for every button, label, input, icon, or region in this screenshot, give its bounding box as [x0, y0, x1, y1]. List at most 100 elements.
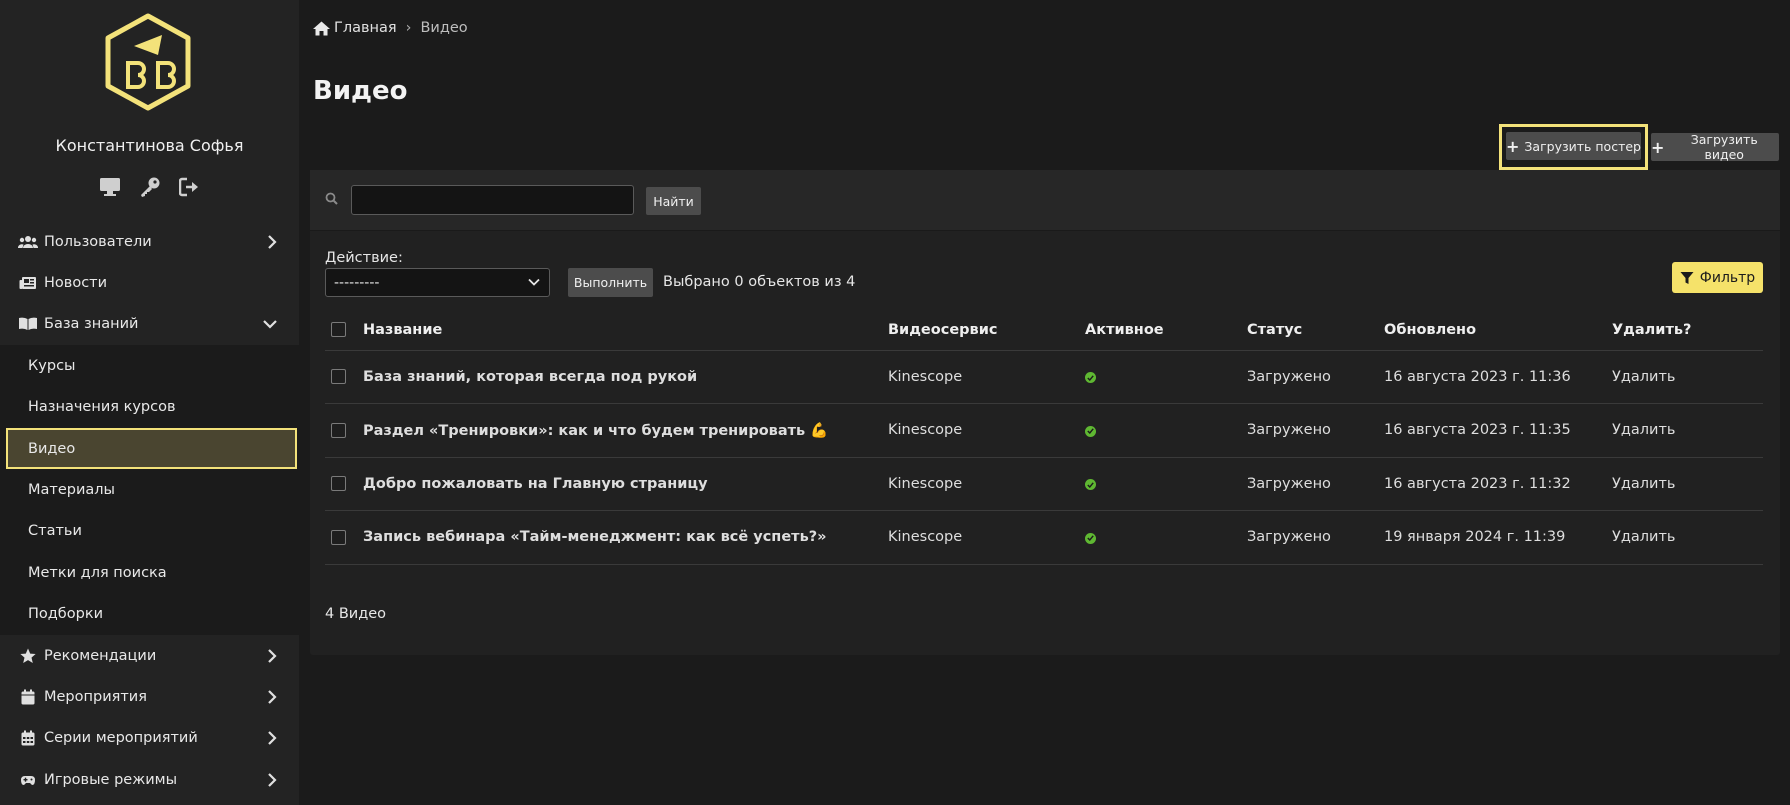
delete-link[interactable]: Удалить	[1612, 457, 1763, 511]
upload-poster-highlight: + Загрузить постер	[1499, 124, 1648, 170]
check-circle-icon	[1085, 532, 1096, 544]
chevron-down-icon	[527, 275, 541, 293]
video-updated: 16 августа 2023 г. 11:36	[1384, 350, 1612, 404]
row-checkbox[interactable]	[331, 476, 346, 492]
plus-icon: +	[1651, 137, 1665, 157]
gamepad-icon	[18, 773, 38, 787]
run-action-button[interactable]: Выполнить	[568, 268, 653, 297]
sidebar-item-game-modes[interactable]: Игровые режимы	[0, 759, 299, 800]
column-header-delete: Удалить?	[1612, 310, 1763, 351]
column-header-service[interactable]: Видеосервис	[888, 310, 1085, 351]
chevron-right-icon	[267, 731, 277, 746]
content-panel: Найти Действие: --------- Выполнить Выбр…	[310, 170, 1780, 655]
monitor-icon[interactable]	[98, 175, 122, 199]
column-header-updated[interactable]: Обновлено	[1384, 310, 1612, 351]
sidebar-item-articles[interactable]: Статьи	[0, 511, 299, 552]
sidebar-item-users[interactable]: Пользователи	[0, 221, 299, 262]
row-checkbox[interactable]	[331, 369, 346, 385]
page-title: Видео	[313, 76, 408, 106]
column-header-active[interactable]: Активное	[1085, 310, 1247, 351]
video-name-link[interactable]: Раздел «Тренировки»: как и что будем тре…	[363, 403, 888, 458]
plus-icon: +	[1506, 136, 1520, 156]
sidebar-item-event-series[interactable]: Серии мероприятий	[0, 718, 299, 759]
breadcrumb-separator: ›	[405, 20, 412, 36]
video-service: Kinescope	[888, 457, 1085, 511]
selection-counter: Выбрано 0 объектов из 4	[663, 274, 856, 290]
video-name-link[interactable]: База знаний, которая всегда под рукой	[363, 350, 888, 404]
search-input[interactable]	[351, 185, 634, 215]
users-icon	[18, 235, 38, 249]
video-updated: 16 августа 2023 г. 11:35	[1384, 403, 1612, 458]
sidebar-item-course-assignments[interactable]: Назначения курсов	[0, 387, 299, 428]
action-select[interactable]: ---------	[325, 268, 550, 297]
home-icon[interactable]	[313, 21, 330, 36]
sidebar-item-news[interactable]: Новости	[0, 262, 299, 303]
check-circle-icon	[1085, 372, 1096, 384]
result-count: 4 Видео	[325, 606, 387, 622]
sidebar-item-knowledge-base[interactable]: База знаний	[0, 304, 299, 345]
sign-out-icon[interactable]	[178, 175, 202, 199]
table-row: Добро пожаловать на Главную страницу Kin…	[325, 457, 1763, 511]
chevron-right-icon	[267, 690, 277, 704]
sidebar-item-search-tags[interactable]: Метки для поиска	[0, 552, 299, 593]
sidebar-item-events[interactable]: Мероприятия	[0, 676, 299, 717]
star-icon	[18, 648, 38, 664]
filter-button[interactable]: Фильтр	[1672, 262, 1763, 293]
upload-poster-button[interactable]: + Загрузить постер	[1506, 132, 1641, 160]
video-service: Kinescope	[888, 403, 1085, 458]
logo-icon[interactable]	[104, 13, 192, 111]
table-header-row: Название Видеосервис Активное Статус Обн…	[325, 310, 1763, 351]
column-header-status[interactable]: Статус	[1247, 310, 1384, 351]
sidebar: Константинова Софья Пользователи Новости…	[0, 0, 299, 805]
key-icon[interactable]	[138, 175, 162, 199]
check-circle-icon	[1085, 425, 1096, 437]
sidebar-item-video[interactable]: Видео	[6, 427, 297, 470]
check-circle-icon	[1085, 479, 1096, 491]
video-name-link[interactable]: Запись вебинара «Тайм-менеджмент: как вс…	[363, 510, 888, 565]
row-checkbox[interactable]	[331, 422, 346, 438]
sidebar-item-collections[interactable]: Подборки	[0, 594, 299, 635]
video-status: Загружено	[1247, 350, 1384, 404]
action-label: Действие:	[325, 250, 403, 266]
chevron-right-icon	[267, 772, 277, 787]
table-row: Раздел «Тренировки»: как и что будем тре…	[325, 403, 1763, 458]
breadcrumb-home-link[interactable]: Главная	[334, 20, 397, 36]
newspaper-icon	[18, 276, 38, 290]
video-service: Kinescope	[888, 350, 1085, 404]
search-icon	[325, 191, 338, 209]
upload-video-button[interactable]: + Загрузить видео	[1651, 132, 1779, 162]
sidebar-item-recommendations[interactable]: Рекомендации	[0, 635, 299, 676]
video-status: Загружено	[1247, 403, 1384, 458]
book-icon	[18, 317, 38, 331]
breadcrumb-current: Видео	[420, 20, 468, 36]
video-table: Название Видеосервис Активное Статус Обн…	[325, 310, 1763, 565]
select-all-checkbox[interactable]	[331, 322, 346, 338]
calendar-grid-icon	[18, 730, 38, 746]
video-name-link[interactable]: Добро пожаловать на Главную страницу	[363, 457, 888, 511]
row-checkbox[interactable]	[331, 529, 346, 545]
user-name: Константинова Софья	[55, 136, 244, 155]
video-service: Kinescope	[888, 510, 1085, 565]
chevron-right-icon	[267, 648, 277, 663]
video-updated: 16 августа 2023 г. 11:32	[1384, 457, 1612, 511]
chevron-down-icon	[263, 319, 277, 330]
sidebar-item-courses[interactable]: Курсы	[0, 345, 299, 386]
calendar-icon	[18, 689, 38, 705]
user-icons	[0, 175, 299, 199]
chevron-right-icon	[267, 234, 277, 249]
column-header-name[interactable]: Название	[363, 310, 888, 351]
breadcrumb: Главная › Видео	[313, 20, 468, 36]
sidebar-nav: Пользователи Новости База знаний Курсы Н…	[0, 221, 299, 800]
table-row: Запись вебинара «Тайм-менеджмент: как вс…	[325, 510, 1763, 565]
delete-link[interactable]: Удалить	[1612, 350, 1763, 404]
delete-link[interactable]: Удалить	[1612, 510, 1763, 565]
delete-link[interactable]: Удалить	[1612, 403, 1763, 458]
knowledge-base-submenu: Курсы Назначения курсов Видео Материалы …	[0, 345, 299, 635]
video-status: Загружено	[1247, 510, 1384, 565]
video-updated: 19 января 2024 г. 11:39	[1384, 510, 1612, 565]
table-row: База знаний, которая всегда под рукой Ki…	[325, 350, 1763, 404]
search-button[interactable]: Найти	[646, 187, 701, 215]
sidebar-item-materials[interactable]: Материалы	[0, 469, 299, 510]
video-status: Загружено	[1247, 457, 1384, 511]
search-bar: Найти	[310, 170, 1780, 231]
